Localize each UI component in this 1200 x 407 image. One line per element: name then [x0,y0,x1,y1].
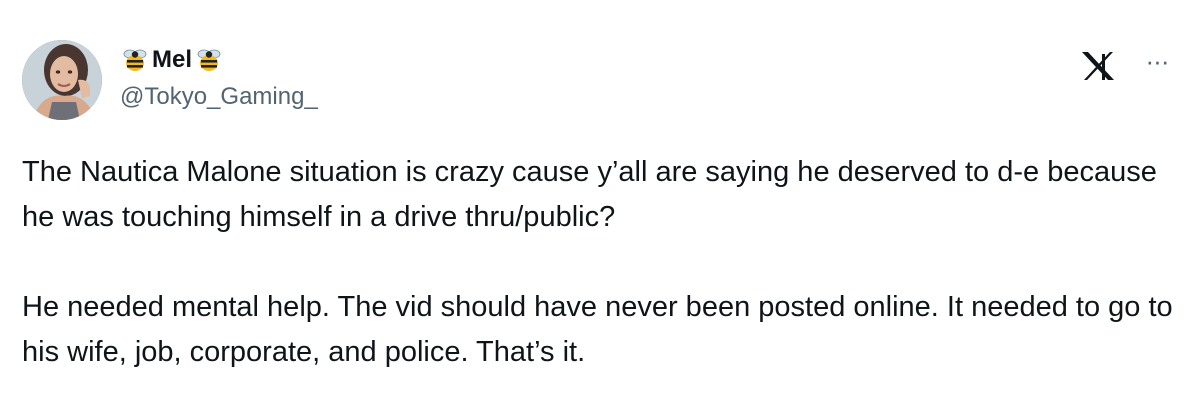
tweet-paragraph: The Nautica Malone situation is crazy ca… [22,156,1157,233]
x-logo-icon[interactable] [1080,50,1116,82]
avatar-image [22,40,102,120]
user-info: Mel @Tokyo_Gaming_ [120,42,318,112]
bee-icon [120,45,150,75]
tweet-paragraph: He needed mental help. The vid should ha… [22,291,1173,368]
tweet-card: Mel @Tokyo_Gaming_ ··· The Nautica Malon… [0,0,1200,407]
more-options-icon[interactable]: ··· [1140,46,1174,76]
avatar[interactable] [22,40,102,120]
user-handle[interactable]: @Tokyo_Gaming_ [120,82,318,112]
tweet-text: The Nautica Malone situation is crazy ca… [22,150,1182,375]
display-name-row[interactable]: Mel [120,42,318,78]
bee-icon [194,45,224,75]
display-name: Mel [152,46,193,73]
